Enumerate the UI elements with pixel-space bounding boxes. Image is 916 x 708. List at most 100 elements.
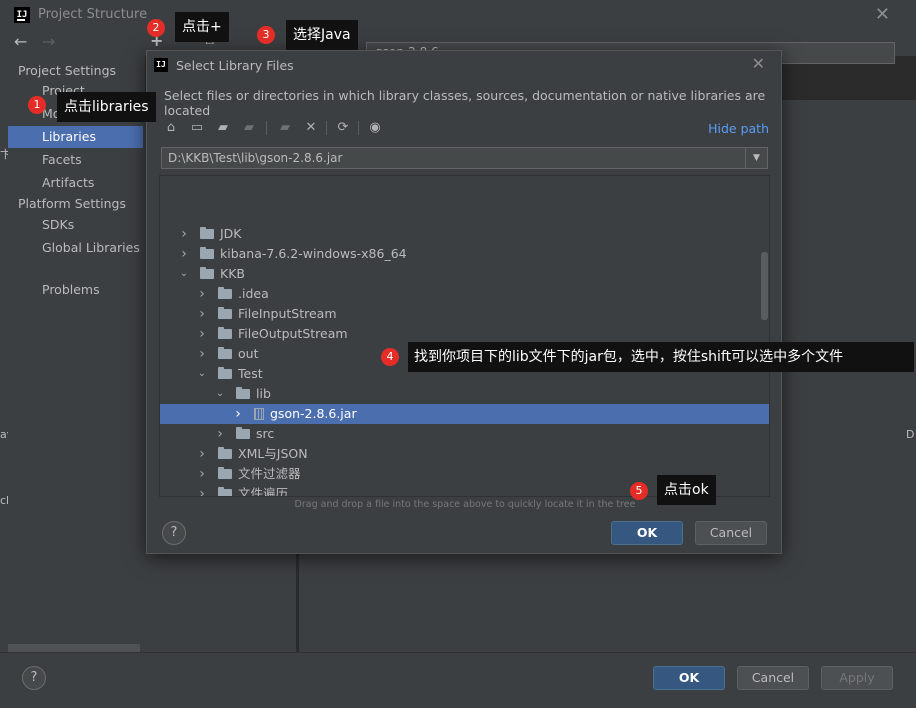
annotation-badge-3: 3 <box>257 26 275 44</box>
dialog-close-icon[interactable]: ✕ <box>752 54 765 73</box>
tree-row-label: kibana-7.6.2-windows-x86_64 <box>220 246 407 261</box>
tree-row[interactable]: ⌄ lib <box>160 384 769 404</box>
tree-row-label: 文件遍历 <box>238 486 289 497</box>
sidebar-item-artifacts[interactable]: Artifacts <box>8 172 143 194</box>
chevron-right-icon[interactable]: › <box>196 304 208 324</box>
dialog-description: Select files or directories in which lib… <box>164 88 766 118</box>
tree-row[interactable]: › kibana-7.6.2-windows-x86_64 <box>160 244 769 264</box>
intellij-logo-icon: IJ <box>154 58 168 72</box>
module-folder-icon[interactable]: ▰ <box>240 119 258 137</box>
settings-sidebar: Project Settings Project Modules Librari… <box>8 56 144 652</box>
tree-row-label: gson-2.8.6.jar <box>270 406 357 421</box>
chevron-down-icon[interactable]: ⌄ <box>178 264 190 284</box>
tree-row-label: 文件过滤器 <box>238 466 301 481</box>
annotation-callout-3: 选择Java <box>286 20 358 50</box>
home-icon[interactable]: ⌂ <box>162 119 180 137</box>
annotation-callout-2: 点击+ <box>175 12 229 42</box>
annotation-badge-1: 1 <box>28 96 46 114</box>
delete-icon[interactable]: ✕ <box>302 119 320 137</box>
apply-button[interactable]: Apply <box>821 666 893 690</box>
chevron-right-icon[interactable]: › <box>196 344 208 364</box>
tree-row[interactable]: › src <box>160 424 769 444</box>
hide-path-link[interactable]: Hide path <box>708 121 769 136</box>
folder-icon <box>200 247 214 259</box>
chevron-right-icon[interactable]: › <box>196 324 208 344</box>
refresh-icon[interactable]: ⟳ <box>334 119 352 137</box>
chevron-right-icon[interactable]: › <box>196 484 208 496</box>
chevron-right-icon[interactable]: › <box>178 224 190 244</box>
chevron-right-icon[interactable]: › <box>214 424 226 444</box>
intellij-logo-icon: IJ <box>14 7 30 23</box>
desktop-icon[interactable]: ▭ <box>188 119 206 137</box>
window-title: Project Structure <box>38 7 148 22</box>
navigation-bar: ← → <box>0 30 145 56</box>
tree-row-label: .idea <box>238 286 269 301</box>
tree-row[interactable]: › FileInputStream <box>160 304 769 324</box>
tree-row[interactable]: › FileOutputStream <box>160 324 769 344</box>
toolbar-separator <box>266 121 267 135</box>
chevron-down-icon[interactable]: ⌄ <box>196 364 208 384</box>
dialog-ok-button[interactable]: OK <box>611 521 683 545</box>
sidebar-item-libraries[interactable]: Libraries <box>8 126 143 148</box>
tree-row[interactable]: › .idea <box>160 284 769 304</box>
path-combobox[interactable]: D:\KKB\Test\lib\gson-2.8.6.jar ▼ <box>161 147 768 169</box>
sidebar-item-facets[interactable]: Facets <box>8 149 143 171</box>
file-tree[interactable]: › JDK › kibana-7.6.2-windows-x86_64 ⌄ KKB › .id… <box>159 175 770 497</box>
tree-row[interactable]: › XML与JSON <box>160 444 769 464</box>
sidebar-item-problems[interactable]: Problems <box>8 279 143 301</box>
chevron-right-icon[interactable]: › <box>232 404 244 424</box>
tree-row[interactable]: ⌄ KKB <box>160 264 769 284</box>
ok-button[interactable]: OK <box>653 666 725 690</box>
folder-icon <box>218 487 232 496</box>
chevron-right-icon[interactable]: › <box>178 244 190 264</box>
toolbar-separator <box>358 121 359 135</box>
annotation-callout-5: 点击ok <box>657 475 716 505</box>
back-arrow-icon[interactable]: ← <box>14 32 27 51</box>
toolbar-separator <box>326 121 327 135</box>
dialog-cancel-button[interactable]: Cancel <box>695 521 767 545</box>
folder-icon <box>218 367 232 379</box>
chevron-down-icon[interactable]: ⌄ <box>214 384 226 404</box>
chevron-down-icon[interactable]: ▼ <box>745 148 767 168</box>
cancel-button[interactable]: Cancel <box>737 666 809 690</box>
path-value: D:\KKB\Test\lib\gson-2.8.6.jar <box>168 151 343 165</box>
project-folder-icon[interactable]: ▰ <box>214 119 232 137</box>
tree-row-label: out <box>238 346 259 361</box>
annotation-badge-4: 4 <box>381 348 399 366</box>
annotation-callout-4: 找到你项目下的lib文件下的jar包，选中，按住shift可以选中多个文件 <box>408 342 914 372</box>
right-edge-fragment: D <box>906 428 915 441</box>
folder-icon <box>218 347 232 359</box>
tree-row[interactable]: › JDK <box>160 224 769 244</box>
tree-row[interactable]: › gson-2.8.6.jar <box>160 404 769 424</box>
dialog-title: Select Library Files <box>176 58 294 73</box>
window-titlebar: IJ Project Structure ✕ <box>0 0 916 30</box>
bottom-button-bar: ? OK Cancel Apply <box>0 652 916 708</box>
new-folder-icon[interactable]: ▰ <box>276 119 294 137</box>
chevron-right-icon[interactable]: › <box>196 284 208 304</box>
folder-icon <box>218 467 232 479</box>
tree-row-label: XML与JSON <box>238 446 308 461</box>
sidebar-section-project-settings: Project Settings <box>18 63 117 78</box>
chevron-right-icon[interactable]: › <box>196 444 208 464</box>
window-close-icon[interactable]: ✕ <box>875 4 890 25</box>
help-button[interactable]: ? <box>22 666 46 690</box>
forward-arrow-icon[interactable]: → <box>42 32 55 51</box>
folder-icon <box>200 267 214 279</box>
tree-row-label: Test <box>238 366 263 381</box>
sidebar-scrollbar[interactable] <box>8 644 140 652</box>
chevron-right-icon[interactable]: › <box>196 464 208 484</box>
tree-row-label: lib <box>256 386 271 401</box>
sidebar-item-sdks[interactable]: SDKs <box>8 214 143 236</box>
annotation-badge-2: 2 <box>147 19 165 37</box>
annotation-badge-5: 5 <box>630 482 648 500</box>
show-hidden-icon[interactable]: ◉ <box>366 119 384 137</box>
annotation-callout-1: 点击libraries <box>57 92 156 122</box>
sidebar-item-global-libraries[interactable]: Global Libraries <box>8 237 143 259</box>
folder-icon <box>200 227 214 239</box>
folder-icon <box>218 327 232 339</box>
folder-icon <box>218 287 232 299</box>
folder-icon <box>236 427 250 439</box>
dialog-help-button[interactable]: ? <box>162 521 186 545</box>
sidebar-section-platform-settings: Platform Settings <box>18 196 126 211</box>
tree-row-label: FileInputStream <box>238 306 337 321</box>
